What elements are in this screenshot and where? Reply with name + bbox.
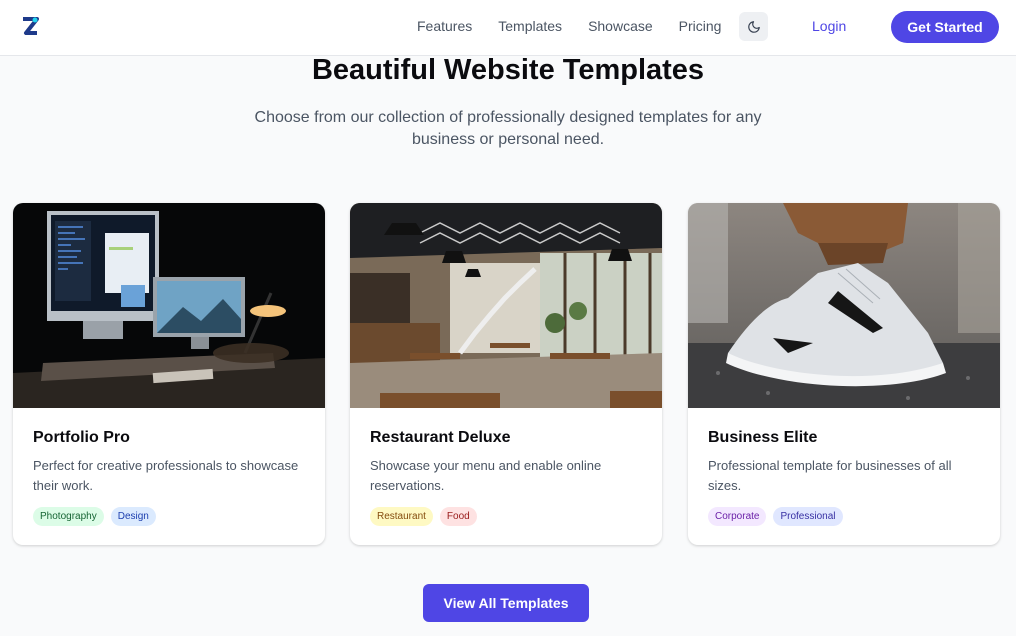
card-description: Perfect for creative professionals to sh… xyxy=(33,458,299,493)
nav-link-pricing[interactable]: Pricing xyxy=(679,18,722,34)
card-image xyxy=(13,203,325,408)
moon-icon xyxy=(747,20,760,33)
nav-link-features[interactable]: Features xyxy=(417,18,472,34)
tag-badge: Design xyxy=(110,507,156,526)
get-started-button[interactable]: Get Started xyxy=(891,11,999,43)
card-description: Professional template for businesses of … xyxy=(708,458,952,493)
page-title: Beautiful Website Templates xyxy=(311,54,705,86)
card-title: Portfolio Pro xyxy=(33,429,130,446)
nav-links: Features Templates Showcase Pricing xyxy=(417,18,721,34)
card-image xyxy=(350,203,662,408)
card-tags: Restaurant Food xyxy=(370,507,477,526)
card-image xyxy=(688,203,1000,408)
login-link[interactable]: Login xyxy=(812,18,846,34)
tag-badge: Corporate xyxy=(708,507,767,526)
nav-link-templates[interactable]: Templates xyxy=(498,18,562,34)
tag-badge: Professional xyxy=(773,507,843,526)
card-description: Showcase your menu and enable online res… xyxy=(370,458,602,493)
page-subtitle: Choose from our collection of profession… xyxy=(254,109,762,148)
view-all-templates-button[interactable]: View All Templates xyxy=(423,584,589,622)
tag-badge: Photography xyxy=(33,507,104,526)
template-card-restaurant[interactable]: Restaurant Deluxe Showcase your menu and… xyxy=(350,203,662,545)
tag-badge: Food xyxy=(439,507,477,526)
nav-link-showcase[interactable]: Showcase xyxy=(588,18,653,34)
card-title: Restaurant Deluxe xyxy=(370,429,511,446)
tag-badge: Restaurant xyxy=(370,507,433,526)
card-title: Business Elite xyxy=(708,429,818,446)
logo-icon[interactable] xyxy=(20,16,40,38)
card-tags: Corporate Professional xyxy=(708,507,843,526)
card-tags: Photography Design xyxy=(33,507,156,526)
top-navbar: Features Templates Showcase Pricing Logi… xyxy=(0,0,1016,56)
template-card-business[interactable]: Business Elite Professional template for… xyxy=(688,203,1000,545)
template-card-portfolio[interactable]: Portfolio Pro Perfect for creative profe… xyxy=(13,203,325,545)
theme-toggle-button[interactable] xyxy=(739,12,768,41)
